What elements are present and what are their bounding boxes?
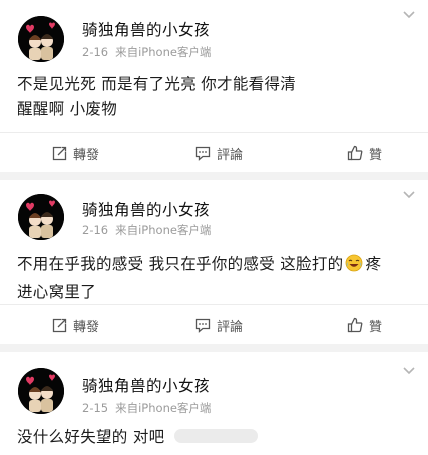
post-text-line: 醒醒啊 小废物 [17,100,118,118]
post-text-line: 不是见光死 而是有了光亮 你才能看得清 [17,75,297,93]
chevron-down-icon[interactable] [402,10,416,20]
chevron-down-icon[interactable] [402,366,416,376]
username[interactable]: 骑独角兽的小女孩 [82,18,210,40]
username[interactable]: 骑独角兽的小女孩 [82,198,210,220]
avatar-illustration [18,194,64,240]
repost-label: 轉發 [73,319,100,335]
avatar[interactable] [18,368,64,414]
repost-icon [52,318,67,332]
post-text-segment: 疼 [365,255,382,273]
post-text-segment: 不用在乎我的感受 我只在乎你的感受 这脸打的 [17,255,344,273]
post-meta: 2-16 来自iPhone客户端 [82,44,211,60]
post-text-line: 不用在乎我的感受 我只在乎你的感受 这脸打的 疼 [17,252,417,280]
like-button[interactable]: 贊 [347,305,382,345]
username[interactable]: 骑独角兽的小女孩 [82,374,210,396]
avatar-illustration [18,368,64,414]
post-source: 来自iPhone客户端 [115,45,212,59]
like-label: 贊 [369,319,383,335]
post-time: 2-15 [82,401,109,415]
post-content: 没什么好失望的 对吧 [17,425,417,450]
like-label: 贊 [369,147,383,163]
weibo-post: 骑独角兽的小女孩 2-16 来自iPhone客户端 不用在乎我的感受 我只在乎你的… [0,180,428,344]
action-bar: 轉發 評論 贊 [0,132,428,172]
laughing-tears-emoji-icon [345,254,363,280]
post-text-line: 没什么好失望的 对吧 [17,425,417,450]
comment-label: 評論 [217,319,244,335]
blurred-text [174,429,259,443]
repost-icon [52,146,67,160]
repost-button[interactable]: 轉發 [52,133,99,173]
post-meta: 2-15 来自iPhone客户端 [82,400,211,416]
post-source: 来自iPhone客户端 [115,223,212,237]
thumbs-up-icon [347,145,363,161]
comment-icon [195,318,211,333]
repost-label: 轉發 [73,147,100,163]
weibo-post: 骑独角兽的小女孩 2-15 来自iPhone客户端 没什么好失望的 对吧 [0,352,428,455]
post-time: 2-16 [82,223,109,237]
repost-button[interactable]: 轉發 [52,305,99,345]
post-text-segment: 没什么好失望的 对吧 [17,428,165,446]
comment-icon [195,146,211,161]
weibo-post: 骑独角兽的小女孩 2-16 来自iPhone客户端 不是见光死 而是有了光亮 你才… [0,0,428,172]
comment-label: 評論 [217,147,244,163]
comment-button[interactable]: 評論 [195,305,243,345]
chevron-down-icon[interactable] [402,190,416,200]
avatar[interactable] [18,194,64,240]
avatar-illustration [18,16,64,62]
post-meta: 2-16 来自iPhone客户端 [82,222,211,238]
avatar[interactable] [18,16,64,62]
post-content: 不用在乎我的感受 我只在乎你的感受 这脸打的 疼 进心窝里了 [17,252,417,305]
post-content: 不是见光死 而是有了光亮 你才能看得清 醒醒啊 小废物 [17,72,417,122]
like-button[interactable]: 贊 [347,133,382,173]
post-time: 2-16 [82,45,109,59]
thumbs-up-icon [347,317,363,333]
action-bar: 轉發 評論 贊 [0,304,428,344]
post-text-line: 进心窝里了 [17,283,97,301]
comment-button[interactable]: 評論 [195,133,243,173]
post-source: 来自iPhone客户端 [115,401,212,415]
